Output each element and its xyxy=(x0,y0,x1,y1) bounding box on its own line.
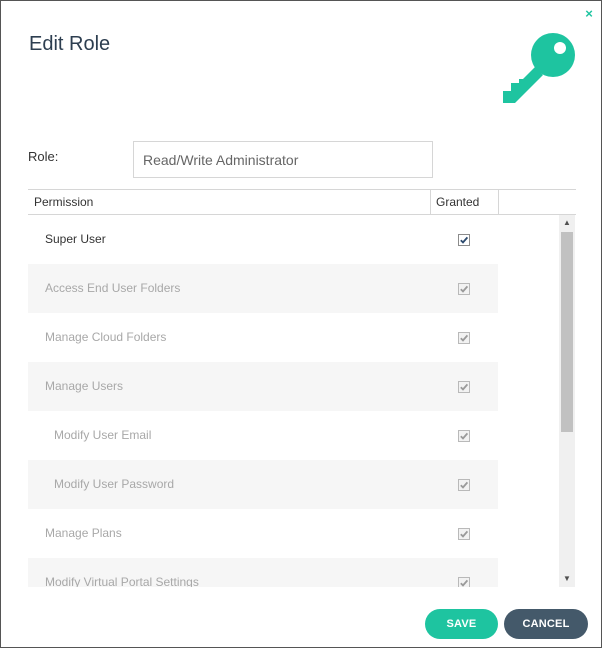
permission-row: Access End User Folders xyxy=(28,264,498,313)
permission-label: Super User xyxy=(45,232,106,246)
permission-label: Modify User Password xyxy=(54,477,175,491)
checkmark-icon xyxy=(460,236,469,244)
close-icon[interactable]: × xyxy=(583,7,595,21)
column-header-permission[interactable]: Permission xyxy=(28,190,431,214)
permission-row: Manage Plans xyxy=(28,509,498,558)
permission-row: Modify User Email xyxy=(28,411,498,460)
granted-checkbox xyxy=(458,577,470,587)
checkmark-icon xyxy=(460,334,469,342)
granted-checkbox[interactable] xyxy=(458,234,470,246)
checkmark-icon xyxy=(460,383,469,391)
role-name-input[interactable] xyxy=(133,141,433,178)
dialog-title: Edit Role xyxy=(29,33,111,55)
scroll-thumb[interactable] xyxy=(561,232,573,432)
granted-checkbox xyxy=(458,332,470,344)
role-label: Role: xyxy=(28,149,59,164)
granted-checkbox xyxy=(458,283,470,295)
granted-checkbox xyxy=(458,479,470,491)
key-icon xyxy=(503,33,575,103)
permission-label: Manage Plans xyxy=(45,526,122,540)
scroll-down-arrow-icon[interactable]: ▼ xyxy=(559,571,575,587)
checkmark-icon xyxy=(460,530,469,538)
permission-row: Modify Virtual Portal Settings xyxy=(28,558,498,587)
permission-row: Super User xyxy=(28,215,498,264)
permission-label: Manage Users xyxy=(45,379,124,393)
permissions-grid-header: Permission Granted xyxy=(28,189,576,215)
permission-row: Modify User Password xyxy=(28,460,498,509)
granted-checkbox xyxy=(458,528,470,540)
checkmark-icon xyxy=(460,481,469,489)
checkmark-icon xyxy=(460,432,469,440)
permission-label: Manage Cloud Folders xyxy=(45,330,167,344)
grid-scrollbar[interactable]: ▲ ▼ xyxy=(559,215,575,587)
edit-role-dialog: × Edit Role Role: Permission Granted Sup… xyxy=(0,0,602,648)
cancel-button[interactable]: CANCEL xyxy=(504,609,588,639)
column-header-granted[interactable]: Granted xyxy=(431,190,499,214)
checkmark-icon xyxy=(460,579,469,587)
save-button[interactable]: SAVE xyxy=(425,609,498,639)
checkmark-icon xyxy=(460,285,469,293)
permission-row: Manage Users xyxy=(28,362,498,411)
permission-row: Manage Cloud Folders xyxy=(28,313,498,362)
granted-checkbox xyxy=(458,381,470,393)
permission-label: Access End User Folders xyxy=(45,281,181,295)
granted-checkbox xyxy=(458,430,470,442)
permission-label: Modify Virtual Portal Settings xyxy=(45,575,199,587)
permission-label: Modify User Email xyxy=(54,428,152,442)
permissions-grid-body: Super User Access End User Folders Manage … xyxy=(28,215,498,587)
scroll-up-arrow-icon[interactable]: ▲ xyxy=(559,215,575,231)
